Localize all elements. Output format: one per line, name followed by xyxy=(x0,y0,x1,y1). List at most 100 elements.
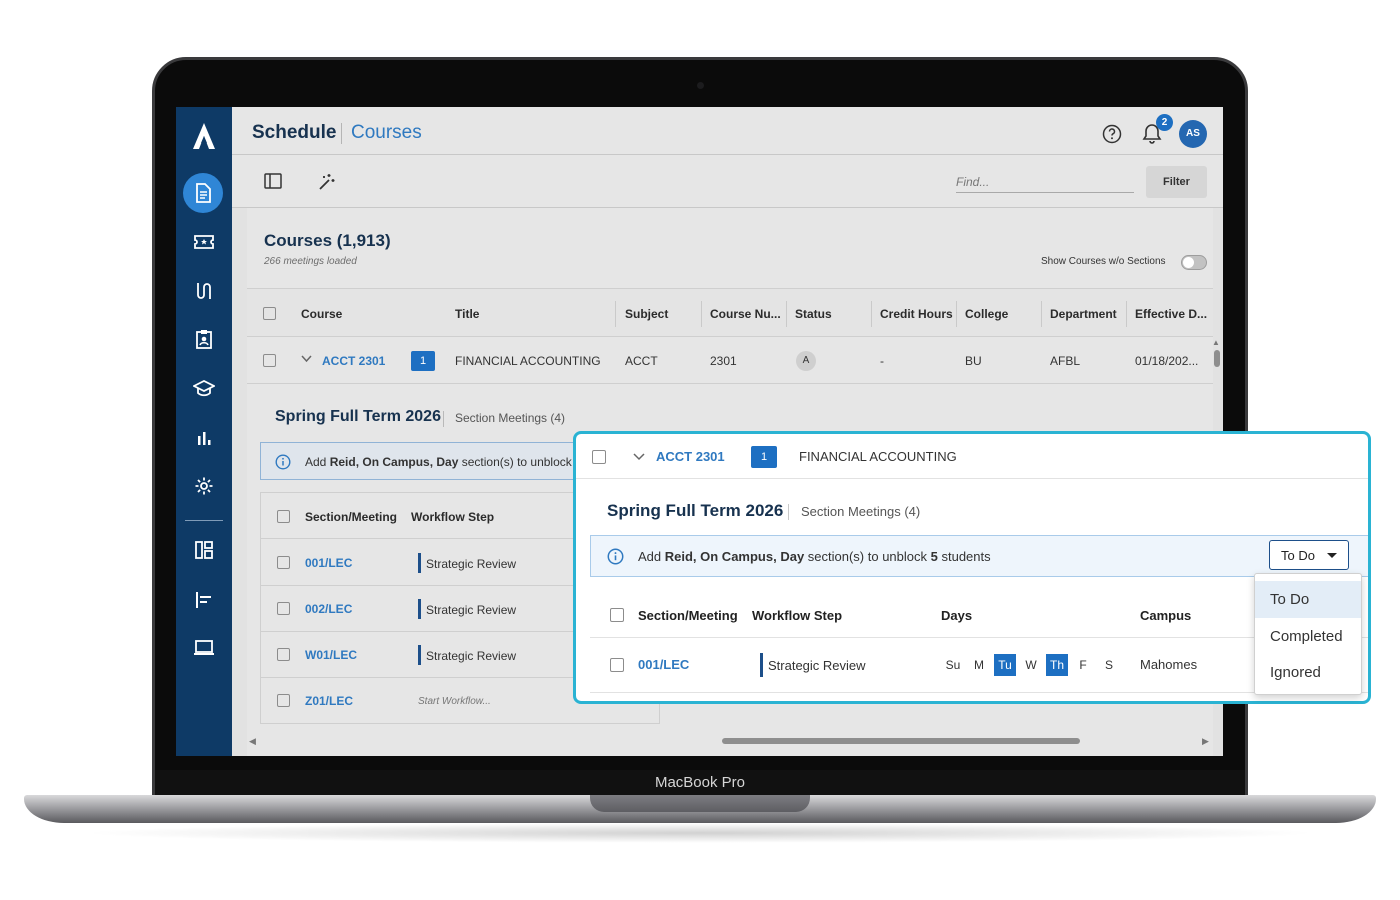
section-link[interactable]: 001/LEC xyxy=(638,657,689,672)
start-workflow-link[interactable]: Start Workflow... xyxy=(418,696,491,707)
avatar[interactable]: AS xyxy=(1179,120,1207,148)
chevron-down-icon[interactable] xyxy=(633,453,645,461)
document-icon xyxy=(196,183,211,203)
find-input[interactable] xyxy=(956,171,1134,193)
alert-text: Add Reid, On Campus, Day section(s) to u… xyxy=(305,455,572,469)
section-meetings-label[interactable]: Section Meetings (4) xyxy=(455,411,565,425)
section-link[interactable]: 001/LEC xyxy=(305,556,352,570)
day-wednesday: W xyxy=(1025,658,1037,672)
column-divider xyxy=(871,301,872,327)
sidebar-item-reports[interactable] xyxy=(191,587,217,613)
sidebar-item-workflow[interactable] xyxy=(191,278,217,304)
workflow-step: Strategic Review xyxy=(426,603,517,617)
column-header-status[interactable]: Status xyxy=(795,307,832,321)
row-checkbox[interactable] xyxy=(277,694,290,707)
column-header-campus[interactable]: Campus xyxy=(1140,608,1191,623)
table-row[interactable]: ACCT 2301 1 FINANCIAL ACCOUNTING ACCT 23… xyxy=(247,337,1213,384)
caret-down-icon xyxy=(1327,553,1337,558)
day-monday: M xyxy=(974,658,984,672)
device-label: MacBook Pro xyxy=(654,774,746,791)
breadcrumb-schedule[interactable]: Schedule xyxy=(252,122,336,144)
notification-badge: 2 xyxy=(1156,114,1173,131)
row-checkbox[interactable] xyxy=(277,602,290,615)
workflow-indicator xyxy=(760,653,763,677)
column-header-title[interactable]: Title xyxy=(455,307,479,321)
column-header-department[interactable]: Department xyxy=(1050,307,1117,321)
section-link[interactable]: W01/LEC xyxy=(305,648,357,662)
page-title: Courses (1,913) xyxy=(264,231,391,250)
workflow-indicator xyxy=(418,645,421,665)
clipboard-user-icon xyxy=(196,330,212,349)
row-checkbox[interactable] xyxy=(610,658,624,672)
course-title: FINANCIAL ACCOUNTING xyxy=(455,354,601,368)
course-number: 2301 xyxy=(710,354,737,368)
zoom-course-row[interactable]: ACCT 2301 1 FINANCIAL ACCOUNTING xyxy=(576,434,1368,479)
sidebar-item-schedule[interactable] xyxy=(183,173,223,213)
sidebar-item-tickets[interactable] xyxy=(191,229,217,255)
breadcrumb-courses[interactable]: Courses xyxy=(351,122,422,144)
row-checkbox[interactable] xyxy=(263,354,276,367)
scroll-left-arrow[interactable]: ◀ xyxy=(249,736,256,747)
column-header-college[interactable]: College xyxy=(965,307,1008,321)
course-link[interactable]: ACCT 2301 xyxy=(322,354,385,368)
sidebar-item-devices[interactable] xyxy=(191,635,217,661)
camera xyxy=(697,82,704,89)
select-all-sections-checkbox[interactable] xyxy=(277,510,290,523)
term-separator xyxy=(788,504,789,520)
horizontal-scrollbar[interactable] xyxy=(722,738,1080,744)
section-meetings-label[interactable]: Section Meetings (4) xyxy=(801,504,920,519)
show-courses-toggle[interactable] xyxy=(1181,255,1207,270)
row-checkbox[interactable] xyxy=(592,450,606,464)
status-select[interactable]: To Do xyxy=(1269,540,1349,570)
workflow-indicator xyxy=(418,599,421,619)
logo-icon xyxy=(193,123,215,149)
column-header-course-number[interactable]: Course Nu... xyxy=(710,307,781,321)
column-divider xyxy=(956,301,957,327)
sidebar-item-dashboard[interactable] xyxy=(191,537,217,563)
sidebar-panel-icon[interactable] xyxy=(264,173,282,189)
column-header-credit-hours[interactable]: Credit Hours xyxy=(880,307,953,321)
meetings-loaded-text: 266 meetings loaded xyxy=(264,256,357,267)
credit-hours: - xyxy=(880,354,884,368)
column-header-workflow-step[interactable]: Workflow Step xyxy=(752,608,842,623)
select-all-sections-checkbox[interactable] xyxy=(610,608,624,622)
menu-item-ignored[interactable]: Ignored xyxy=(1255,654,1361,691)
row-checkbox[interactable] xyxy=(277,648,290,661)
column-header-course[interactable]: Course xyxy=(301,307,342,321)
course-link[interactable]: ACCT 2301 xyxy=(656,449,725,464)
sidebar-item-settings[interactable] xyxy=(191,473,217,499)
day-thursday: Th xyxy=(1046,654,1068,676)
align-left-icon xyxy=(196,592,211,608)
select-all-checkbox[interactable] xyxy=(263,307,276,320)
chevron-down-icon[interactable] xyxy=(301,355,312,363)
breadcrumb-separator xyxy=(341,123,342,144)
show-courses-label: Show Courses w/o Sections xyxy=(1041,256,1166,267)
courses-grid-header: Course Title Subject Course Nu... Status… xyxy=(247,288,1213,337)
workflow-step: Strategic Review xyxy=(768,658,866,673)
column-header-section[interactable]: Section/Meeting xyxy=(305,510,397,524)
vertical-scrollbar[interactable] xyxy=(1214,350,1220,367)
sidebar-item-roster[interactable] xyxy=(191,326,217,352)
magic-wand-icon[interactable] xyxy=(316,172,336,192)
column-header-section[interactable]: Section/Meeting xyxy=(638,608,738,623)
column-header-workflow-step[interactable]: Workflow Step xyxy=(411,510,494,524)
workflow-indicator xyxy=(418,553,421,573)
menu-item-to-do[interactable]: To Do xyxy=(1255,581,1361,618)
sidebar-item-analytics[interactable] xyxy=(191,425,217,451)
filter-button[interactable]: Filter xyxy=(1146,166,1207,198)
section-link[interactable]: Z01/LEC xyxy=(305,694,353,708)
gear-icon xyxy=(195,477,213,495)
column-header-days[interactable]: Days xyxy=(941,608,972,623)
help-icon[interactable] xyxy=(1102,124,1122,144)
sidebar-item-academics[interactable] xyxy=(191,376,217,402)
scroll-right-arrow[interactable]: ▶ xyxy=(1202,736,1209,747)
row-checkbox[interactable] xyxy=(277,556,290,569)
column-header-subject[interactable]: Subject xyxy=(625,307,668,321)
column-header-effective-date[interactable]: Effective D... xyxy=(1135,307,1207,321)
scroll-up-arrow[interactable]: ▲ xyxy=(1212,338,1220,347)
laptop-shadow xyxy=(80,823,1320,843)
section-link[interactable]: 002/LEC xyxy=(305,602,352,616)
course-subject: ACCT xyxy=(625,354,658,368)
term-title: Spring Full Term 2026 xyxy=(275,408,441,425)
menu-item-completed[interactable]: Completed xyxy=(1255,618,1361,655)
